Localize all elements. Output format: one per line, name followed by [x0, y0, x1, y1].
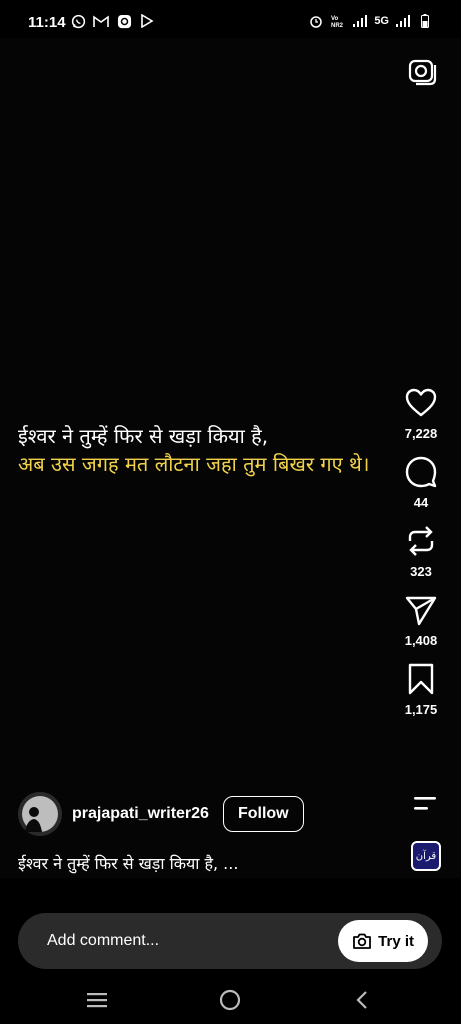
save-button[interactable]: 1,175 — [393, 662, 449, 717]
comment-count: 44 — [413, 495, 429, 510]
bookmark-icon — [408, 663, 434, 695]
repost-button[interactable]: 323 — [393, 524, 449, 579]
home-circle-icon — [219, 989, 241, 1011]
whatsapp-icon — [70, 13, 86, 29]
share-button[interactable]: 1,408 — [393, 593, 449, 648]
svg-text:Vo: Vo — [331, 16, 339, 22]
alarm-icon — [308, 13, 324, 29]
system-status-icons: Vo NR2 5G — [308, 13, 433, 29]
volte-icon: Vo NR2 — [330, 13, 346, 29]
send-icon — [405, 596, 437, 626]
save-count: 1,175 — [404, 702, 438, 717]
try-it-button[interactable]: Try it — [338, 920, 428, 962]
network-type: 5G — [374, 15, 389, 27]
post-author-row: prajapati_writer26 Follow — [18, 792, 304, 836]
gmail-icon — [93, 13, 109, 29]
action-column: 7,228 44 323 1,408 1,175 — [393, 386, 449, 731]
like-count: 7,228 — [404, 426, 438, 441]
signal-icon — [395, 13, 411, 29]
audio-thumbnail[interactable]: قرآن — [411, 841, 441, 871]
play-icon — [139, 13, 155, 29]
quote-line-1: ईश्वर ने तुम्हें फिर से खड़ा किया है, — [18, 424, 269, 448]
follow-button[interactable]: Follow — [222, 796, 304, 832]
camera-icon[interactable] — [407, 55, 439, 87]
recent-apps-button[interactable] — [82, 985, 112, 1015]
battery-icon — [417, 13, 433, 29]
back-button[interactable] — [347, 985, 377, 1015]
comment-button[interactable]: 44 — [393, 455, 449, 510]
comment-bar[interactable]: Add comment... Try it — [18, 913, 442, 969]
username[interactable]: prajapati_writer26 — [72, 805, 209, 823]
comment-input[interactable]: Add comment... — [47, 932, 338, 950]
repost-count: 323 — [410, 564, 432, 579]
comment-icon — [405, 456, 437, 488]
quote-line-2: अब उस जगह मत लौटना जहा तुम बिखर गए थे। — [18, 452, 370, 476]
post-caption[interactable]: ईश्वर ने तुम्हें फिर से खड़ा किया है, ..… — [18, 852, 238, 874]
share-count: 1,408 — [404, 633, 438, 648]
camera-icon — [353, 933, 372, 949]
back-chevron-icon — [356, 991, 367, 1009]
system-nav-bar — [0, 975, 461, 1024]
post-quote: ईश्वर ने तुम्हें फिर से खड़ा किया है, अब… — [18, 422, 408, 478]
avatar[interactable] — [18, 792, 62, 836]
status-time: 11:14 — [28, 14, 66, 31]
try-it-label: Try it — [378, 932, 414, 950]
repost-icon — [408, 526, 434, 556]
menu-icon — [87, 993, 107, 1008]
more-options-icon[interactable] — [411, 795, 439, 813]
like-button[interactable]: 7,228 — [393, 386, 449, 441]
svg-text:NR2: NR2 — [331, 23, 344, 28]
heart-icon — [405, 388, 437, 417]
notification-icons — [70, 13, 155, 29]
home-button[interactable] — [215, 985, 245, 1015]
app-icon — [116, 13, 132, 29]
signal-icon — [352, 13, 368, 29]
